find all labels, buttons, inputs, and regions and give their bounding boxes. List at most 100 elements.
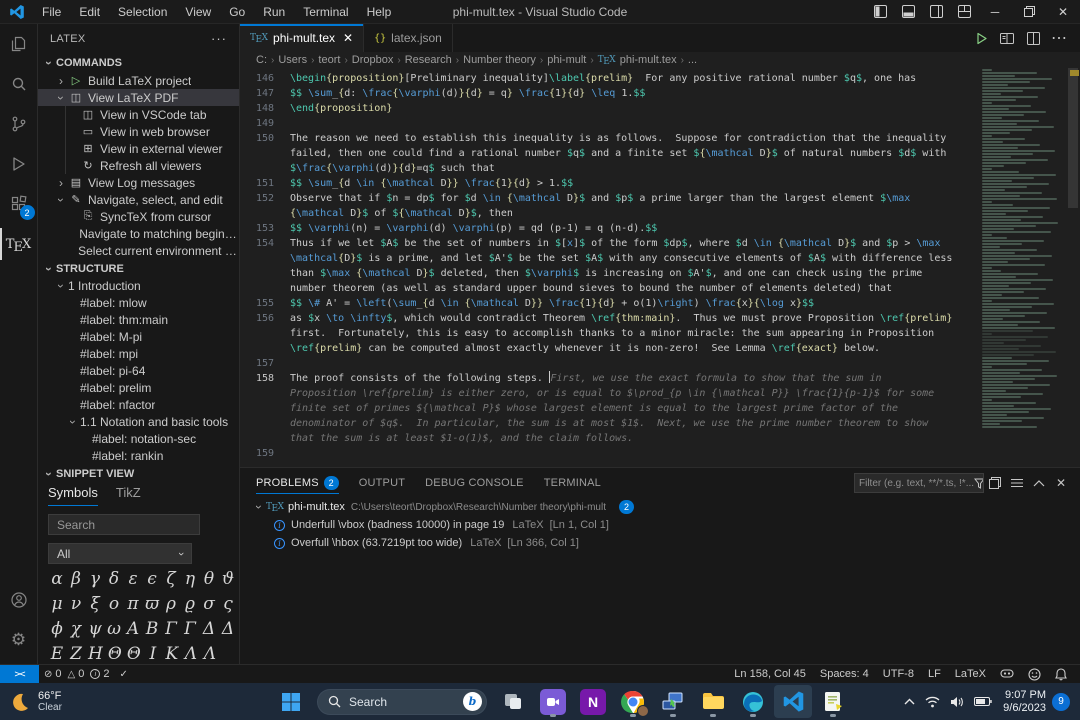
code-line[interactable]: \ref{prelim} can be computed almost exac…	[240, 341, 978, 356]
taskbar-app-onenote[interactable]: N	[574, 685, 612, 718]
code-line[interactable]: 146\begin{proposition}[Preliminary inequ…	[240, 71, 978, 86]
split-editor-icon[interactable]	[1020, 24, 1046, 52]
symbol-glyph[interactable]: I	[146, 644, 160, 664]
customize-layout-icon[interactable]	[950, 0, 978, 23]
code-line[interactable]: number theorem (as well as standard uppe…	[240, 281, 978, 296]
symbol-search-input[interactable]: Search	[48, 514, 200, 536]
status-eol[interactable]: LF	[921, 665, 948, 683]
menu-terminal[interactable]: Terminal	[294, 0, 357, 23]
structure-label-m-pi[interactable]: #label: M-pi	[38, 329, 239, 346]
problem-row[interactable]: iOverfull \hbox (63.7219pt too wide)LaTe…	[240, 534, 1080, 552]
menu-go[interactable]: Go	[220, 0, 254, 23]
notification-badge[interactable]: 9	[1052, 693, 1070, 711]
task-view-button[interactable]	[494, 685, 532, 718]
line-number[interactable]	[240, 161, 290, 176]
structure-section-header[interactable]: ›STRUCTURE	[38, 259, 239, 278]
menu-help[interactable]: Help	[358, 0, 401, 23]
structure-label-nfactor[interactable]: #label: nfactor	[38, 397, 239, 414]
menu-file[interactable]: File	[33, 0, 70, 23]
panel-tab-problems[interactable]: PROBLEMS2	[256, 468, 339, 498]
status-encoding[interactable]: UTF-8	[876, 665, 921, 683]
menu-edit[interactable]: Edit	[70, 0, 109, 23]
line-number[interactable]: 147	[240, 86, 290, 101]
maximize-panel-icon[interactable]	[1028, 479, 1050, 487]
line-number[interactable]: 150	[240, 131, 290, 146]
copilot-icon[interactable]	[993, 665, 1021, 683]
symbol-glyph[interactable]: ν	[69, 594, 83, 614]
line-number[interactable]: 149	[240, 116, 290, 131]
close-tab-icon[interactable]: ✕	[343, 31, 353, 45]
start-button[interactable]	[272, 685, 310, 718]
code-line[interactable]: finite set of primes ${\mathcal P}$ whos…	[240, 401, 978, 416]
line-number[interactable]: 146	[240, 71, 290, 86]
line-number[interactable]	[240, 326, 290, 341]
maximize-button[interactable]	[1012, 0, 1046, 23]
snippet-section-header[interactable]: ›SNIPPET VIEW	[38, 465, 239, 484]
code-line[interactable]: denominator of $q$. In particular, the s…	[240, 416, 978, 431]
line-number[interactable]	[240, 401, 290, 416]
latex-build-status[interactable]: ✓	[114, 665, 135, 683]
explorer-icon[interactable]	[0, 24, 38, 64]
line-number[interactable]	[240, 386, 290, 401]
command-build-latex-project[interactable]: ›▷Build LaTeX project	[38, 72, 239, 89]
taskbar-app-file-explorer[interactable]	[694, 685, 732, 718]
symbol-glyph[interactable]: Z	[69, 644, 83, 664]
code-line[interactable]: than $\max {\mathcal D}$ deleted, then $…	[240, 266, 978, 281]
structure-1-introduction[interactable]: ›1 Introduction	[38, 278, 239, 295]
line-number[interactable]: 154	[240, 236, 290, 251]
open-in-editor-icon[interactable]	[984, 477, 1006, 489]
line-number[interactable]	[240, 251, 290, 266]
problems-filter-input[interactable]: Filter (e.g. text, **/*.ts, !*...	[854, 473, 984, 493]
symbol-glyph[interactable]: K	[165, 644, 179, 664]
line-number[interactable]: 155	[240, 296, 290, 311]
symbol-glyph[interactable]: δ	[107, 569, 121, 589]
run-debug-icon[interactable]	[0, 144, 38, 184]
structure-label-prelim[interactable]: #label: prelim	[38, 380, 239, 397]
symbol-glyph[interactable]: A	[126, 619, 140, 639]
structure-label-thm-main[interactable]: #label: thm:main	[38, 312, 239, 329]
code-line[interactable]: \mathcal{D}$ is a prime, and let $A'$ be…	[240, 251, 978, 266]
build-run-icon[interactable]	[968, 24, 994, 52]
taskbar-app-chrome[interactable]	[614, 685, 652, 718]
symbol-glyph[interactable]: γ	[88, 569, 102, 589]
view-as-list-icon[interactable]	[1006, 477, 1028, 489]
editor-scrollbar[interactable]	[1066, 68, 1080, 467]
line-number[interactable]	[240, 206, 290, 221]
search-icon[interactable]	[0, 64, 38, 104]
commands-section-header[interactable]: ›COMMANDS	[38, 54, 239, 73]
code-line[interactable]: 154Thus if we let $A$ be the set of numb…	[240, 236, 978, 251]
taskbar-app-vscode[interactable]	[774, 685, 812, 718]
panel-tab-debug-console[interactable]: DEBUG CONSOLE	[425, 468, 524, 498]
symbol-glyph[interactable]: ϑ	[221, 569, 235, 589]
code-line[interactable]: 147$$ \sum_{d: \frac{\varphi(d)}{d} = q}…	[240, 86, 978, 101]
status-indentation[interactable]: Spaces: 4	[813, 665, 876, 683]
symbol-glyph[interactable]: ψ	[88, 619, 102, 639]
snippet-tab-tikz[interactable]: TikZ	[116, 485, 141, 505]
command-refresh-all-viewers[interactable]: ↻Refresh all viewers	[38, 157, 239, 174]
line-number[interactable]	[240, 281, 290, 296]
structure-label-rankin[interactable]: #label: rankin	[38, 448, 239, 465]
code-line[interactable]: 158The proof consists of the following s…	[240, 371, 978, 386]
breadcrumb-item[interactable]: Users	[278, 54, 307, 66]
symbol-glyph[interactable]: α	[50, 569, 64, 589]
symbol-glyph[interactable]: H	[88, 644, 103, 664]
speaker-icon[interactable]	[945, 696, 969, 708]
code-line[interactable]: 151$$ \sum_{d \in {\mathcal D}} \frac{1}…	[240, 176, 978, 191]
symbol-glyph[interactable]: μ	[50, 594, 64, 614]
source-control-icon[interactable]	[0, 104, 38, 144]
minimap[interactable]	[978, 68, 1066, 467]
structure-1-1-notation-and-basic-tools[interactable]: ›1.1 Notation and basic tools	[38, 414, 239, 431]
menu-run[interactable]: Run	[254, 0, 294, 23]
feedback-icon[interactable]	[1021, 665, 1048, 683]
symbol-glyph[interactable]: Λ	[184, 644, 198, 664]
code-line[interactable]: 152Observe that if $n = dp$ for $d \in {…	[240, 191, 978, 206]
command-view-in-external-viewer[interactable]: ⊞View in external viewer	[38, 140, 239, 157]
code-line[interactable]: Proposition \ref{prelim} is either zero,…	[240, 386, 978, 401]
command-view-in-web-browser[interactable]: ▭View in web browser	[38, 123, 239, 140]
symbol-glyph[interactable]: ω	[107, 619, 121, 639]
line-number[interactable]: 157	[240, 356, 290, 371]
settings-gear-icon[interactable]: ⚙	[0, 620, 38, 660]
code-line[interactable]: 155$$ \# A' = \left(\sum_{d \in {\mathca…	[240, 296, 978, 311]
symbol-glyph[interactable]: ξ	[88, 594, 102, 614]
structure-label-mpi[interactable]: #label: mpi	[38, 346, 239, 363]
